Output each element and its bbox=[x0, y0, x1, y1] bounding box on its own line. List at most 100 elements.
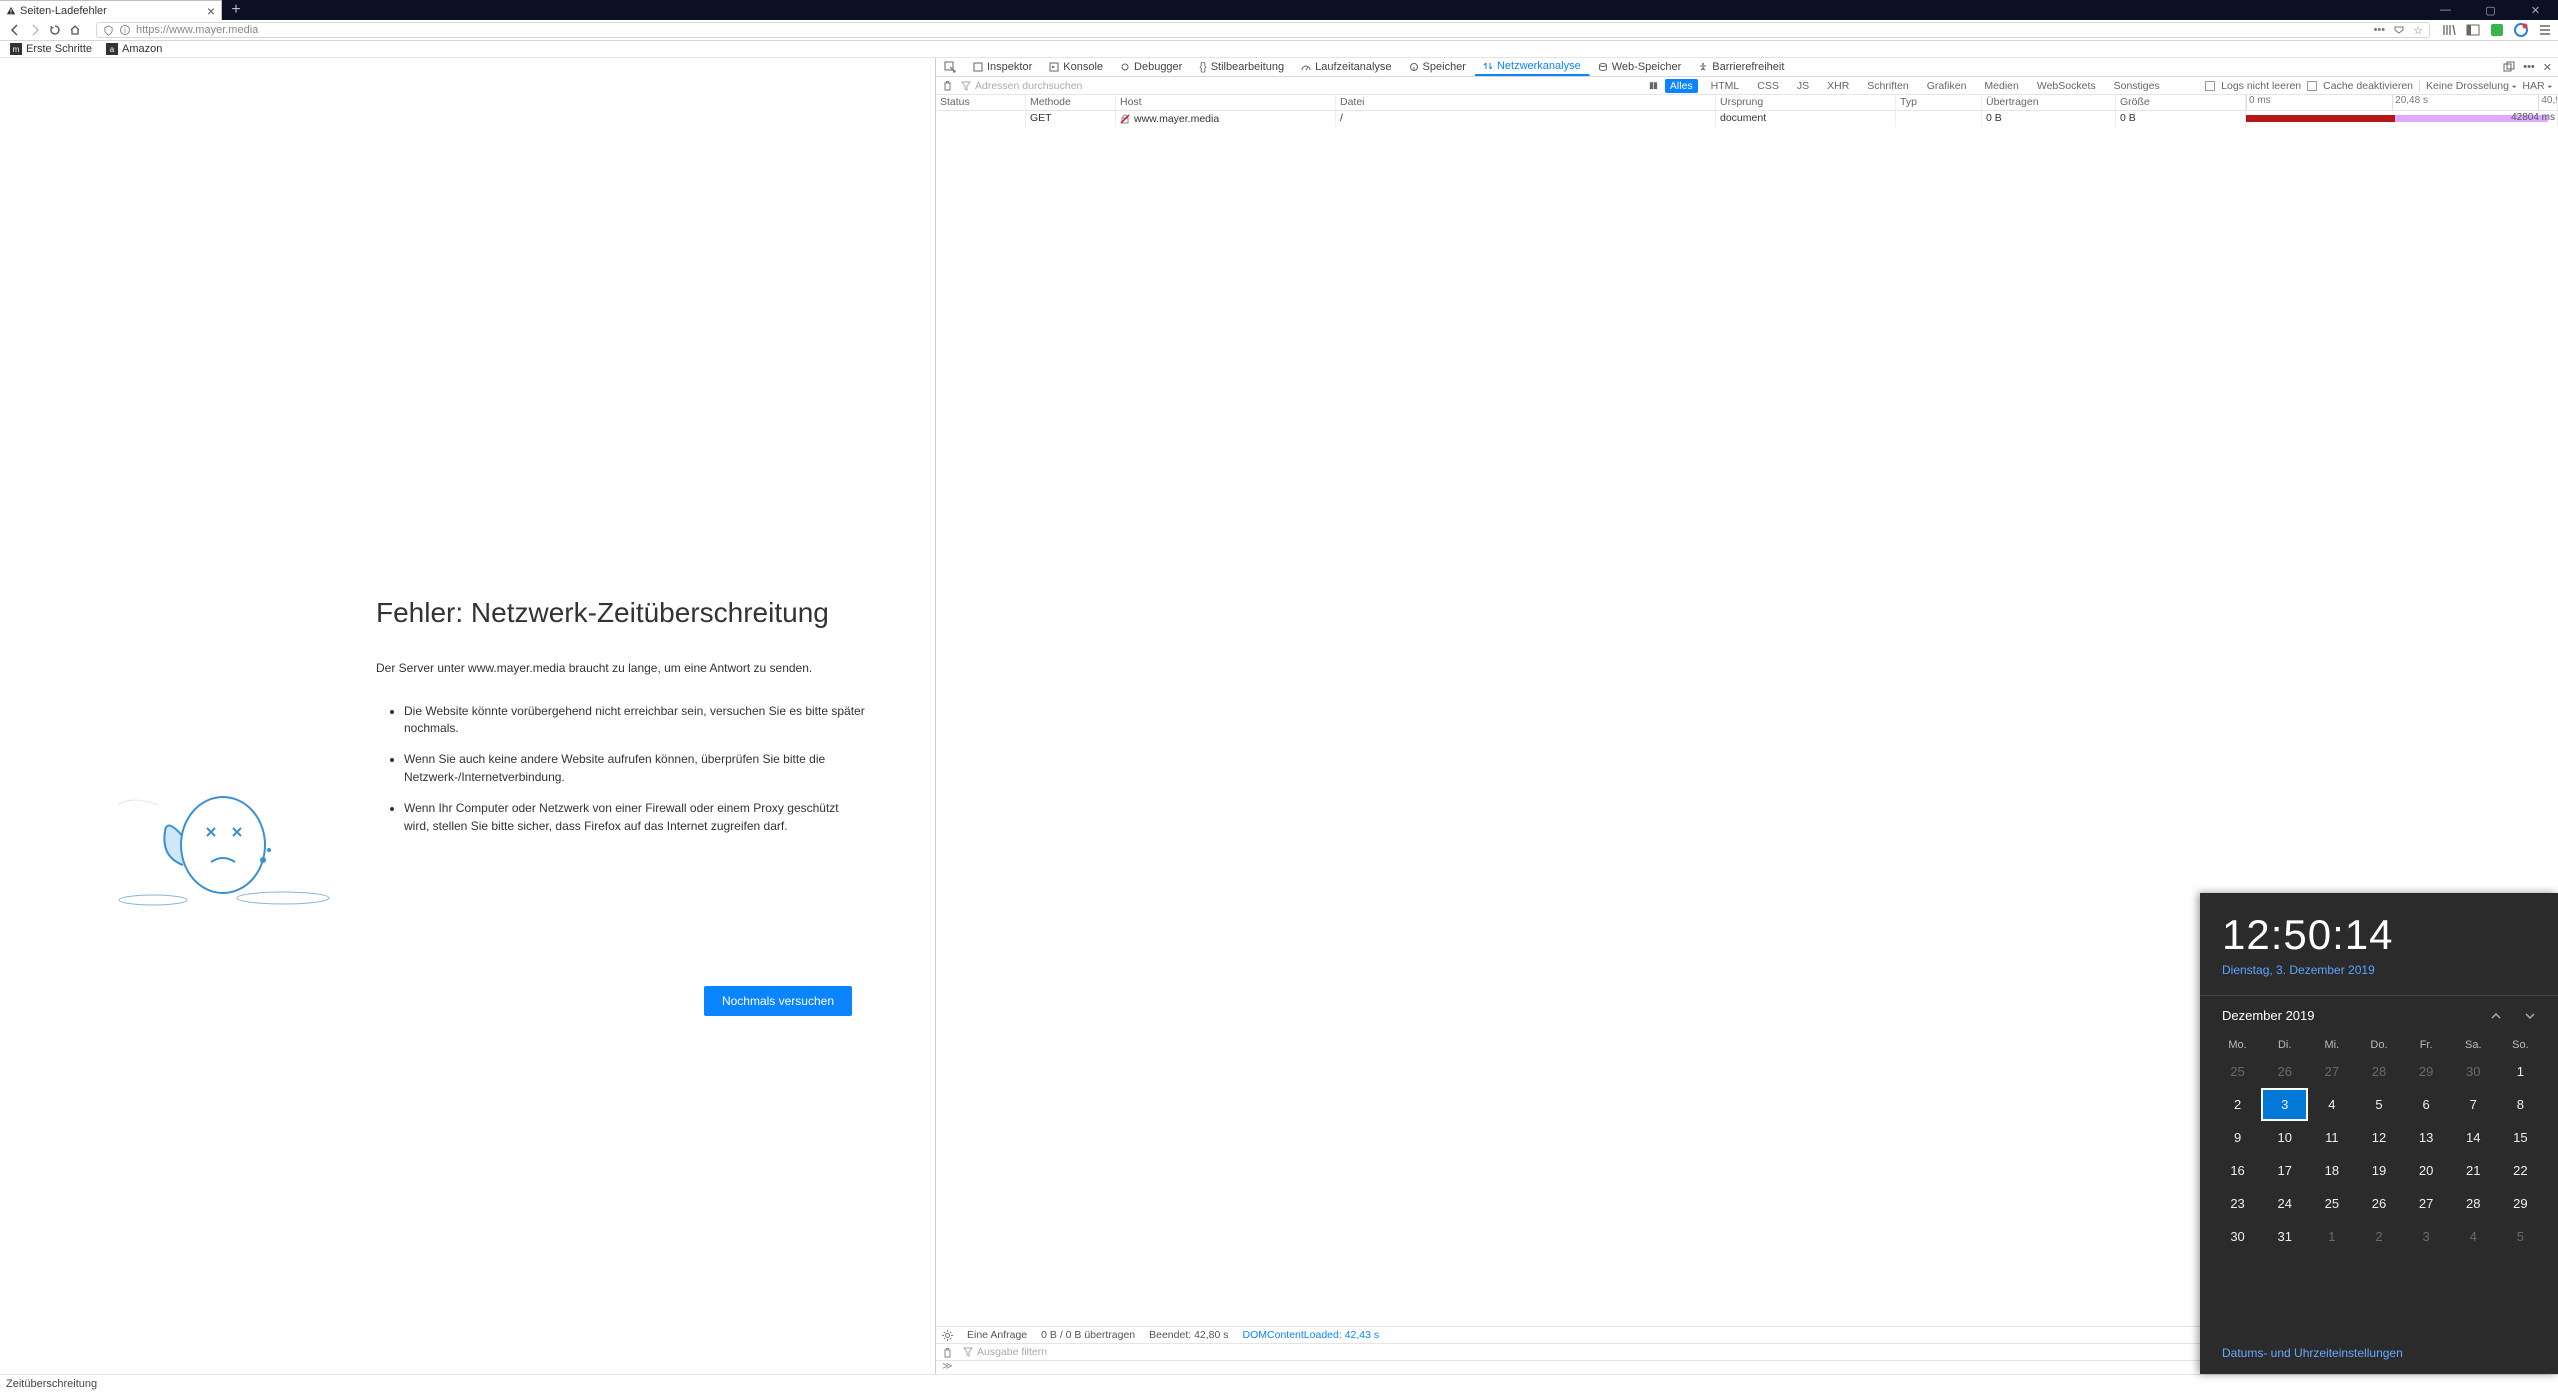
col-file[interactable]: Datei bbox=[1336, 95, 1716, 110]
window-minimize-button[interactable]: — bbox=[2423, 0, 2468, 20]
col-host[interactable]: Host bbox=[1116, 95, 1336, 110]
calendar-day[interactable]: 23 bbox=[2214, 1187, 2261, 1220]
calendar-day[interactable]: 10 bbox=[2261, 1121, 2308, 1154]
tab-memory[interactable]: Speicher bbox=[1401, 58, 1475, 76]
calendar-month[interactable]: Dezember 2019 bbox=[2222, 1008, 2315, 1023]
filter-chip-all[interactable]: Alles bbox=[1665, 79, 1698, 93]
col-method[interactable]: Methode bbox=[1026, 95, 1116, 110]
calendar-day[interactable]: 26 bbox=[2261, 1055, 2308, 1088]
status-gear-icon[interactable] bbox=[942, 1330, 953, 1341]
tab-close-icon[interactable]: × bbox=[207, 3, 215, 19]
console-clear-icon[interactable] bbox=[942, 1347, 953, 1358]
calendar-day[interactable]: 7 bbox=[2450, 1088, 2497, 1121]
devtools-menu-icon[interactable]: ••• bbox=[2523, 61, 2535, 73]
devtools-picker-icon[interactable] bbox=[936, 58, 965, 76]
browser-tab[interactable]: Seiten-Ladefehler × bbox=[0, 0, 222, 20]
calendar-day[interactable]: 3 bbox=[2403, 1220, 2450, 1253]
devtools-close-icon[interactable]: ✕ bbox=[2543, 61, 2552, 74]
calendar-day[interactable]: 28 bbox=[2450, 1187, 2497, 1220]
calendar-day[interactable]: 6 bbox=[2403, 1088, 2450, 1121]
calendar-day[interactable]: 30 bbox=[2450, 1055, 2497, 1088]
col-status[interactable]: Status bbox=[936, 95, 1026, 110]
calendar-day[interactable]: 26 bbox=[2355, 1187, 2402, 1220]
calendar-day[interactable]: 11 bbox=[2308, 1121, 2355, 1154]
network-row[interactable]: GET www.mayer.media / document 0 B 0 B 4… bbox=[936, 111, 2558, 127]
calendar-day[interactable]: 4 bbox=[2308, 1088, 2355, 1121]
devtools-dock-icon[interactable] bbox=[2503, 61, 2515, 73]
calendar-day[interactable]: 2 bbox=[2214, 1088, 2261, 1121]
calendar-prev-icon[interactable] bbox=[2490, 1010, 2502, 1022]
page-actions-icon[interactable]: ••• bbox=[2374, 24, 2386, 37]
calendar-day[interactable]: 3 bbox=[2261, 1088, 2308, 1121]
calendar-day[interactable]: 5 bbox=[2497, 1220, 2544, 1253]
filter-chip-ws[interactable]: WebSockets bbox=[2032, 79, 2101, 93]
filter-chip-fonts[interactable]: Schriften bbox=[1862, 79, 1913, 93]
url-bar[interactable]: i https://www.mayer.media ••• ☆ bbox=[96, 22, 2430, 38]
calendar-day[interactable]: 14 bbox=[2450, 1121, 2497, 1154]
filter-chip-html[interactable]: HTML bbox=[1706, 79, 1745, 93]
newtab-button[interactable]: + bbox=[222, 0, 250, 20]
filter-chip-css[interactable]: CSS bbox=[1752, 79, 1784, 93]
filter-chip-other[interactable]: Sonstiges bbox=[2109, 79, 2165, 93]
har-menu[interactable]: HAR ▾ bbox=[2522, 80, 2552, 92]
clock-date[interactable]: Dienstag, 3. Dezember 2019 bbox=[2200, 959, 2558, 995]
calendar-day[interactable]: 27 bbox=[2308, 1055, 2355, 1088]
home-button[interactable] bbox=[66, 21, 84, 39]
tab-inspector[interactable]: Inspektor bbox=[965, 58, 1041, 76]
window-maximize-button[interactable]: ▢ bbox=[2468, 0, 2513, 20]
extension-green-icon[interactable] bbox=[2490, 23, 2504, 37]
calendar-day[interactable]: 17 bbox=[2261, 1154, 2308, 1187]
forward-button[interactable] bbox=[26, 21, 44, 39]
calendar-day[interactable]: 27 bbox=[2403, 1187, 2450, 1220]
calendar-day[interactable]: 25 bbox=[2308, 1187, 2355, 1220]
tab-perf[interactable]: Laufzeitanalyse bbox=[1293, 58, 1400, 76]
calendar-day[interactable]: 12 bbox=[2355, 1121, 2402, 1154]
console-filter-input[interactable]: Ausgabe filtern bbox=[963, 1346, 1047, 1358]
reader-pocket-icon[interactable] bbox=[2393, 24, 2405, 36]
calendar-day[interactable]: 30 bbox=[2214, 1220, 2261, 1253]
disable-cache-checkbox[interactable] bbox=[2307, 81, 2317, 91]
filter-chip-graphics[interactable]: Grafiken bbox=[1922, 79, 1972, 93]
tab-console[interactable]: Konsole bbox=[1041, 58, 1112, 76]
sidebar-icon[interactable] bbox=[2466, 23, 2480, 37]
filter-chip-xhr[interactable]: XHR bbox=[1822, 79, 1854, 93]
calendar-day[interactable]: 20 bbox=[2403, 1154, 2450, 1187]
col-origin[interactable]: Ursprung bbox=[1716, 95, 1896, 110]
bookmark-erste-schritte[interactable]: mErste Schritte bbox=[10, 43, 92, 55]
tab-a11y[interactable]: Barrierefreiheit bbox=[1690, 58, 1793, 76]
extension-blue-icon[interactable] bbox=[2514, 23, 2528, 37]
bookmark-amazon[interactable]: aAmazon bbox=[106, 43, 162, 55]
calendar-day[interactable]: 8 bbox=[2497, 1088, 2544, 1121]
persist-logs-checkbox[interactable] bbox=[2205, 81, 2215, 91]
calendar-day[interactable]: 9 bbox=[2214, 1121, 2261, 1154]
calendar-day[interactable]: 21 bbox=[2450, 1154, 2497, 1187]
calendar-day[interactable]: 1 bbox=[2497, 1055, 2544, 1088]
tab-debugger[interactable]: Debugger bbox=[1112, 58, 1191, 76]
reload-button[interactable] bbox=[46, 21, 64, 39]
calendar-day[interactable]: 24 bbox=[2261, 1187, 2308, 1220]
app-menu-icon[interactable] bbox=[2538, 23, 2552, 37]
window-close-button[interactable]: ✕ bbox=[2513, 0, 2558, 20]
calendar-day[interactable]: 31 bbox=[2261, 1220, 2308, 1253]
datetime-settings-link[interactable]: Datums- und Uhrzeiteinstellungen bbox=[2222, 1346, 2403, 1360]
calendar-day[interactable]: 15 bbox=[2497, 1121, 2544, 1154]
calendar-day[interactable]: 25 bbox=[2214, 1055, 2261, 1088]
filter-input[interactable]: Adressen durchsuchen bbox=[961, 80, 1641, 92]
clear-icon[interactable] bbox=[942, 80, 953, 91]
pause-icon[interactable]: ▮▮ bbox=[1649, 80, 1657, 91]
tab-storage[interactable]: Web-Speicher bbox=[1590, 58, 1691, 76]
filter-chip-js[interactable]: JS bbox=[1792, 79, 1814, 93]
col-type[interactable]: Typ bbox=[1896, 95, 1982, 110]
back-button[interactable] bbox=[6, 21, 24, 39]
calendar-day[interactable]: 22 bbox=[2497, 1154, 2544, 1187]
bookmark-star-icon[interactable]: ☆ bbox=[2413, 24, 2423, 37]
retry-button[interactable]: Nochmals versuchen bbox=[704, 986, 852, 1016]
calendar-day[interactable]: 4 bbox=[2450, 1220, 2497, 1253]
calendar-next-icon[interactable] bbox=[2524, 1010, 2536, 1022]
calendar-day[interactable]: 1 bbox=[2308, 1220, 2355, 1253]
col-xfer[interactable]: Übertragen bbox=[1982, 95, 2116, 110]
throttle-select[interactable]: Keine Drosselung ▾ bbox=[2419, 80, 2516, 92]
calendar-day[interactable]: 19 bbox=[2355, 1154, 2402, 1187]
filter-chip-media[interactable]: Medien bbox=[1979, 79, 2023, 93]
calendar-day[interactable]: 16 bbox=[2214, 1154, 2261, 1187]
